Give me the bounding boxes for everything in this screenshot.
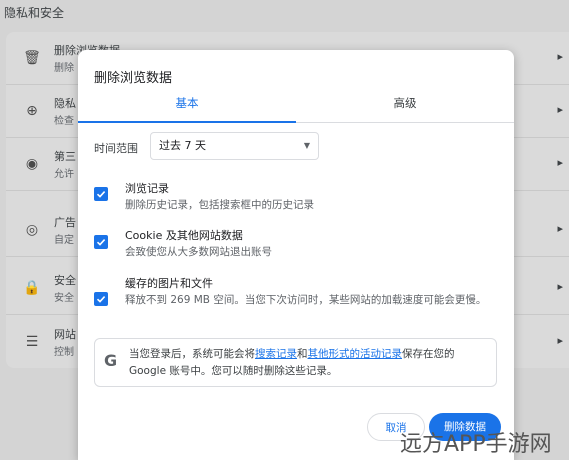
- clear-browsing-data-dialog: 删除浏览数据 基本 高级 时间范围 过去 7 天 ▼ 浏览记录 删除历史记录，包…: [78, 50, 514, 460]
- notice-text-part: 当您登录后，系统可能会将: [129, 348, 255, 360]
- sliders-icon: ☰: [25, 334, 39, 350]
- check-icon: [96, 191, 106, 198]
- search-history-link[interactable]: 搜索记录: [255, 348, 297, 360]
- chevron-right-icon: ▸: [557, 222, 563, 235]
- chevron-right-icon: ▸: [557, 334, 563, 347]
- settings-row-sub: 检查: [54, 116, 74, 127]
- active-tab-indicator: [78, 121, 296, 123]
- settings-row-sub: 自定: [54, 235, 74, 246]
- trash-icon: 🗑: [23, 50, 41, 66]
- settings-row-label: 安全: [54, 274, 76, 287]
- notice-text: 当您登录后，系统可能会将搜索记录和其他形式的活动记录保存在您的 Google 账…: [129, 346, 494, 380]
- other-activity-link[interactable]: 其他形式的活动记录: [308, 348, 403, 360]
- dialog-title: 删除浏览数据: [94, 71, 173, 86]
- ads-icon: ◎: [25, 222, 39, 238]
- checkbox-browsing-history[interactable]: [94, 187, 108, 201]
- notice-text-part: 和: [297, 348, 308, 360]
- section-title: 隐私和安全: [4, 6, 65, 20]
- google-account-notice: G 当您登录后，系统可能会将搜索记录和其他形式的活动记录保存在您的 Google…: [94, 338, 497, 387]
- check-icon: [96, 239, 106, 246]
- caret-down-icon: ▼: [303, 141, 310, 150]
- time-range-select[interactable]: 过去 7 天 ▼: [150, 132, 319, 160]
- option-desc: 删除历史记录，包括搜索框中的历史记录: [125, 199, 314, 211]
- cookie-icon: ◉: [25, 156, 39, 172]
- settings-row-sub: 控制: [54, 347, 74, 358]
- settings-row-sub: 删除: [54, 63, 74, 74]
- privacy-guide-icon: ⊕: [26, 103, 38, 119]
- check-icon: [96, 296, 106, 303]
- checkbox-cache[interactable]: [94, 292, 108, 306]
- settings-row-label: 第三: [54, 150, 76, 163]
- option-title: 缓存的图片和文件: [125, 277, 213, 290]
- lock-icon: 🔒: [23, 280, 41, 296]
- option-desc: 释放不到 269 MB 空间。当您下次访问时，某些网站的加载速度可能会更慢。: [125, 294, 487, 306]
- settings-row-sub: 允许: [54, 169, 74, 180]
- tab-advanced[interactable]: 高级: [296, 88, 514, 122]
- option-desc: 会致使您从大多数网站退出账号: [125, 246, 272, 258]
- chevron-right-icon: ▸: [557, 103, 563, 116]
- tab-basic[interactable]: 基本: [78, 88, 296, 122]
- option-title: 浏览记录: [125, 182, 169, 195]
- settings-row-sub: 安全: [54, 293, 74, 304]
- time-range-label: 时间范围: [94, 142, 138, 155]
- chevron-right-icon: ▸: [557, 156, 563, 169]
- google-icon: G: [104, 351, 118, 370]
- checkbox-cookies[interactable]: [94, 235, 108, 249]
- settings-row-label: 广告: [54, 216, 76, 229]
- chevron-right-icon: ▸: [557, 280, 563, 293]
- chevron-right-icon: ▸: [557, 50, 563, 63]
- time-range-value: 过去 7 天: [159, 139, 206, 152]
- settings-row-label: 网站: [54, 328, 76, 341]
- tab-bar: 基本 高级: [78, 88, 514, 123]
- option-title: Cookie 及其他网站数据: [125, 229, 243, 242]
- settings-row-label: 隐私: [54, 97, 76, 110]
- watermark: 远方APP手游网: [400, 432, 552, 457]
